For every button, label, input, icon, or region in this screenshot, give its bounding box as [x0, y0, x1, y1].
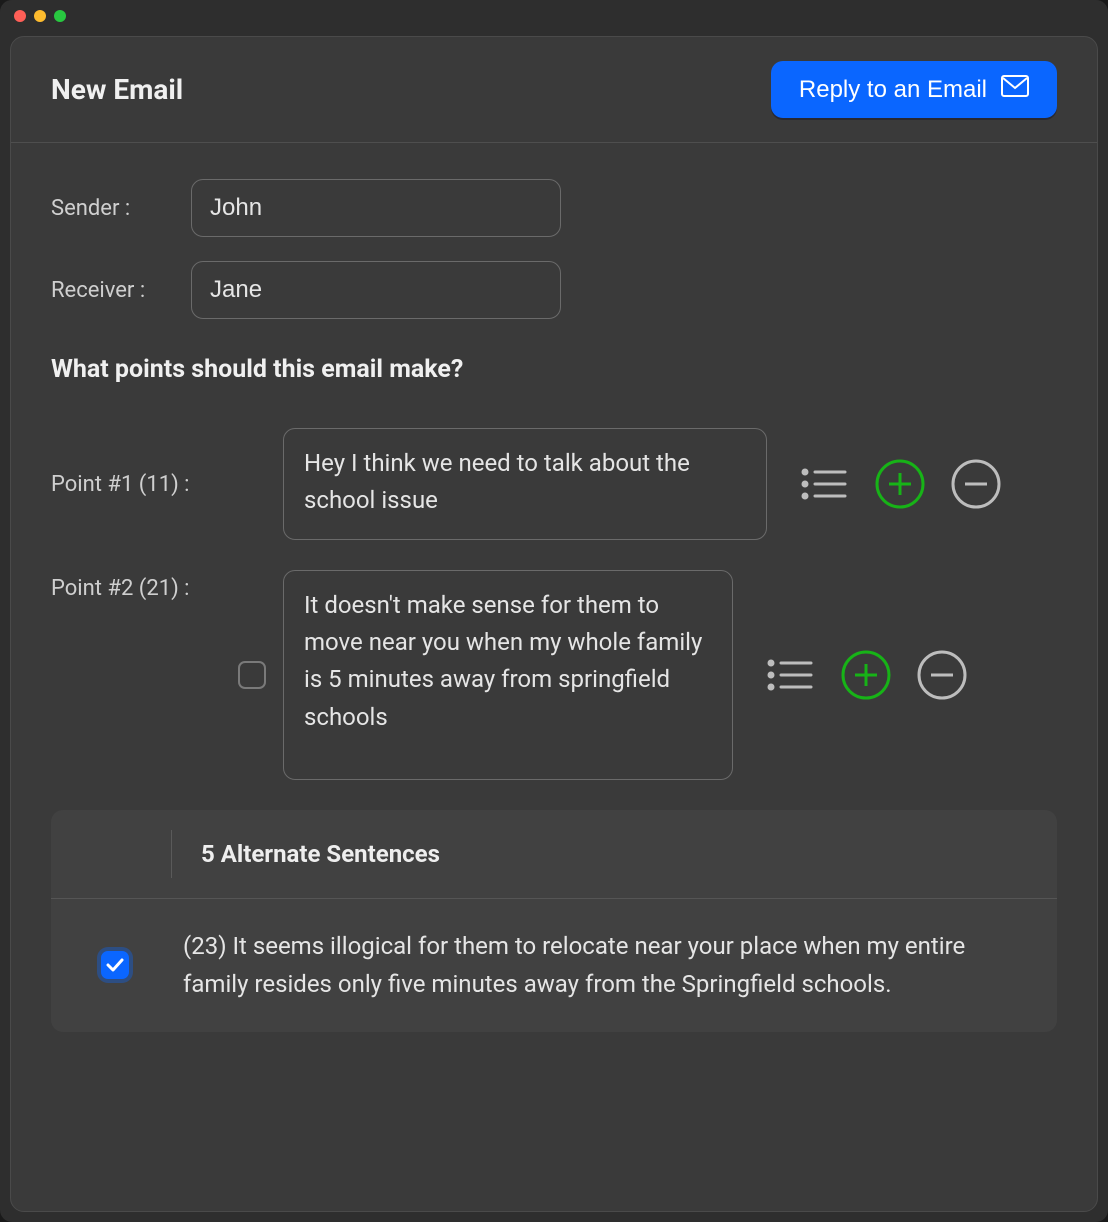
- add-point-button[interactable]: [875, 459, 925, 509]
- alternates-panel: 5 Alternate Sentences (23) It seems illo…: [51, 810, 1057, 1032]
- reply-to-email-button[interactable]: Reply to an Email: [771, 61, 1057, 118]
- point-1-input[interactable]: [283, 428, 767, 540]
- points-question: What points should this email make?: [51, 355, 1057, 384]
- point-1-actions: [799, 459, 1001, 509]
- sender-label: Sender :: [51, 196, 191, 221]
- point-2-actions: [765, 650, 967, 700]
- main-panel: New Email Reply to an Email Sender : Rec…: [10, 36, 1098, 1212]
- minimize-window-button[interactable]: [34, 10, 46, 22]
- receiver-input[interactable]: [191, 261, 561, 319]
- point-row-2: Point #2 (21) :: [51, 570, 1057, 780]
- point-1-label: Point #1 (11) :: [51, 472, 221, 497]
- alternate-1-checkbox[interactable]: [101, 951, 129, 979]
- content-area: Sender : Receiver : What points should t…: [11, 143, 1097, 1032]
- maximize-window-button[interactable]: [54, 10, 66, 22]
- app-window: New Email Reply to an Email Sender : Rec…: [0, 0, 1108, 1222]
- mail-icon: [1001, 75, 1029, 104]
- list-icon[interactable]: [799, 459, 849, 509]
- page-title: New Email: [51, 73, 183, 106]
- add-point-button[interactable]: [841, 650, 891, 700]
- sender-row: Sender :: [51, 179, 1057, 237]
- list-icon[interactable]: [765, 650, 815, 700]
- receiver-row: Receiver :: [51, 261, 1057, 319]
- reply-button-label: Reply to an Email: [799, 76, 987, 104]
- alternate-checkbox-wrap: [87, 951, 143, 979]
- check-icon: [106, 958, 124, 972]
- sender-input[interactable]: [191, 179, 561, 237]
- close-window-button[interactable]: [14, 10, 26, 22]
- point-row-1: Point #1 (11) :: [51, 428, 1057, 540]
- point-2-checkbox[interactable]: [238, 661, 266, 689]
- receiver-label: Receiver :: [51, 278, 191, 303]
- panel-header: New Email Reply to an Email: [11, 37, 1097, 143]
- remove-point-button[interactable]: [951, 459, 1001, 509]
- point-2-input[interactable]: [283, 570, 733, 780]
- alternates-header: 5 Alternate Sentences: [51, 810, 1057, 899]
- point-2-checkbox-slot: [227, 661, 277, 689]
- alternate-item: (23) It seems illogical for them to relo…: [51, 899, 1057, 1032]
- alternate-1-text: (23) It seems illogical for them to relo…: [183, 927, 1021, 1004]
- remove-point-button[interactable]: [917, 650, 967, 700]
- point-2-label: Point #2 (21) :: [51, 576, 221, 601]
- titlebar: [0, 0, 1108, 32]
